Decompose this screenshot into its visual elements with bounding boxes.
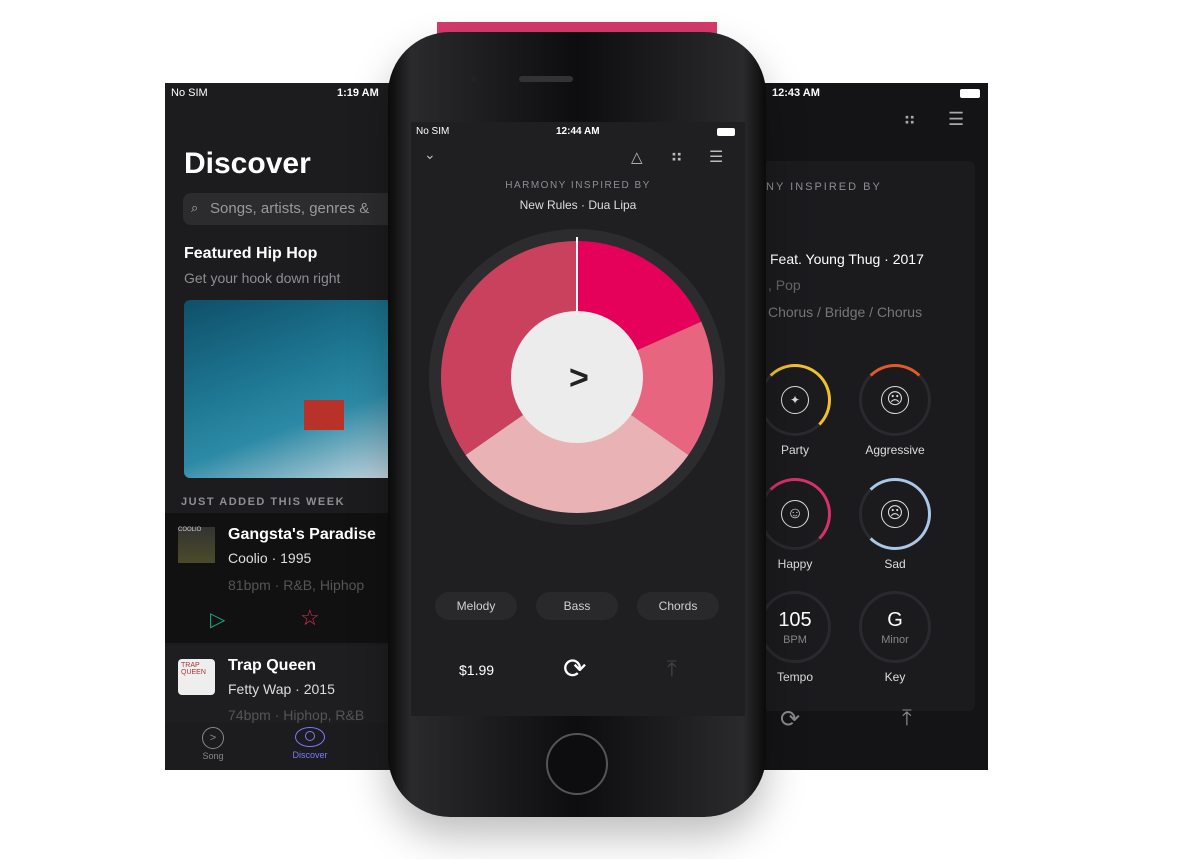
bass-button[interactable]: Bass — [536, 592, 618, 620]
play-circle-icon: > — [202, 727, 224, 749]
mood-label: Sad — [884, 557, 906, 571]
tab-bar: > Song Discover — [165, 723, 395, 770]
chords-button[interactable]: Chords — [637, 592, 719, 620]
share-icon[interactable]: ⤒ — [902, 705, 912, 731]
star-icon[interactable]: ☆ — [300, 605, 320, 631]
share-icon[interactable]: ⤒ — [667, 656, 677, 682]
tempo-label: Tempo — [776, 670, 814, 684]
song-artist: Coolio · 1995 — [228, 550, 312, 566]
song-details-screen: 12:43 AM ⠶ ☰ NY INSPIRED BY Feat. Young … — [760, 83, 988, 770]
song-meta: 74bpm · Hiphop, R&B — [228, 707, 365, 723]
mood-label: Aggressive — [865, 443, 925, 457]
smile-icon: ☺ — [781, 500, 809, 528]
genres: , Pop — [768, 277, 801, 293]
clock: 12:44 AM — [556, 126, 600, 137]
section-label: JUST ADDED THIS WEEK — [181, 496, 346, 508]
key-unit: Minor — [881, 634, 909, 646]
grid-icon[interactable]: ⠶ — [670, 146, 683, 167]
sparkle-icon: ✦ — [781, 386, 809, 414]
refresh-icon[interactable]: ⟳ — [563, 652, 586, 685]
speaker — [519, 76, 573, 82]
tab-label: Song — [202, 751, 224, 761]
discover-screen: No SIM 1:19 AM Discover ⌕ Songs, artists… — [165, 83, 395, 770]
inspired-label: NY INSPIRED BY — [766, 181, 882, 193]
grid-icon[interactable]: ⠶ — [903, 109, 916, 130]
metronome-icon[interactable]: △ — [631, 148, 643, 166]
featured-image[interactable] — [184, 300, 395, 478]
chevron-down-icon[interactable]: ⌄ — [424, 146, 436, 163]
image-detail — [304, 400, 344, 430]
camera — [471, 76, 477, 82]
key-label: Key — [884, 670, 906, 684]
search-input[interactable]: ⌕ Songs, artists, genres & — [183, 193, 395, 225]
clock: 1:19 AM — [337, 87, 379, 99]
tab-song[interactable]: > Song — [195, 727, 231, 761]
battery-icon — [717, 128, 735, 136]
tab-label: Discover — [292, 750, 328, 760]
song-artist: Fetty Wap · 2015 — [228, 681, 335, 697]
mood-label: Party — [780, 443, 809, 457]
refresh-icon[interactable]: ⟳ — [780, 705, 800, 734]
mood-label: Happy — [777, 557, 813, 571]
song-title: Trap Queen — [228, 657, 317, 674]
album-art: COOLIO — [178, 527, 215, 563]
sliders-icon[interactable]: ☰ — [709, 147, 723, 167]
angry-face-icon: ☹ — [881, 386, 909, 414]
tempo-value: 105 — [778, 609, 812, 631]
harmony-screen: No SIM 12:44 AM ⌄ △ ⠶ ☰ HARMONY INSPIRED… — [411, 122, 745, 716]
tab-discover[interactable]: Discover — [287, 727, 333, 760]
page-title: Discover — [184, 147, 311, 180]
play-icon[interactable]: ▷ — [210, 607, 225, 632]
price-button[interactable]: $1.99 — [459, 662, 494, 678]
battery-icon — [960, 89, 980, 98]
song-row[interactable]: COOLIO Gangsta's Paradise Coolio · 1995 … — [165, 513, 395, 643]
featured-title: Featured Hip Hop — [184, 245, 318, 262]
carrier: No SIM — [171, 87, 208, 99]
featured-subtitle: Get your hook down right — [184, 270, 341, 286]
carrier: No SIM — [416, 126, 450, 137]
play-glyph-icon: > — [569, 359, 589, 397]
tempo-unit: BPM — [783, 634, 807, 646]
sad-face-icon: ☹ — [881, 500, 909, 528]
search-icon: ⌕ — [191, 200, 199, 215]
search-placeholder: Songs, artists, genres & — [210, 200, 370, 217]
structure: Chorus / Bridge / Chorus — [768, 304, 923, 320]
inspired-label: HARMONY INSPIRED BY — [505, 180, 651, 191]
key-value: G — [887, 609, 903, 631]
harmony-wheel[interactable]: > — [427, 227, 727, 527]
inspired-song: New Rules · Dua Lipa — [519, 198, 637, 212]
melody-button[interactable]: Melody — [435, 592, 517, 620]
eye-icon — [295, 727, 325, 747]
song-info: Feat. Young Thug · 2017 — [770, 251, 924, 267]
album-art: TRAP QUEEN — [178, 659, 215, 695]
home-button[interactable] — [546, 733, 608, 795]
song-row[interactable]: TRAP QUEEN Trap Queen Fetty Wap · 2015 7… — [165, 645, 395, 723]
song-title: Gangsta's Paradise — [228, 526, 376, 543]
song-meta: 81bpm · R&B, Hiphop — [228, 577, 365, 593]
clock: 12:43 AM — [772, 87, 820, 99]
sliders-icon[interactable]: ☰ — [948, 109, 964, 130]
